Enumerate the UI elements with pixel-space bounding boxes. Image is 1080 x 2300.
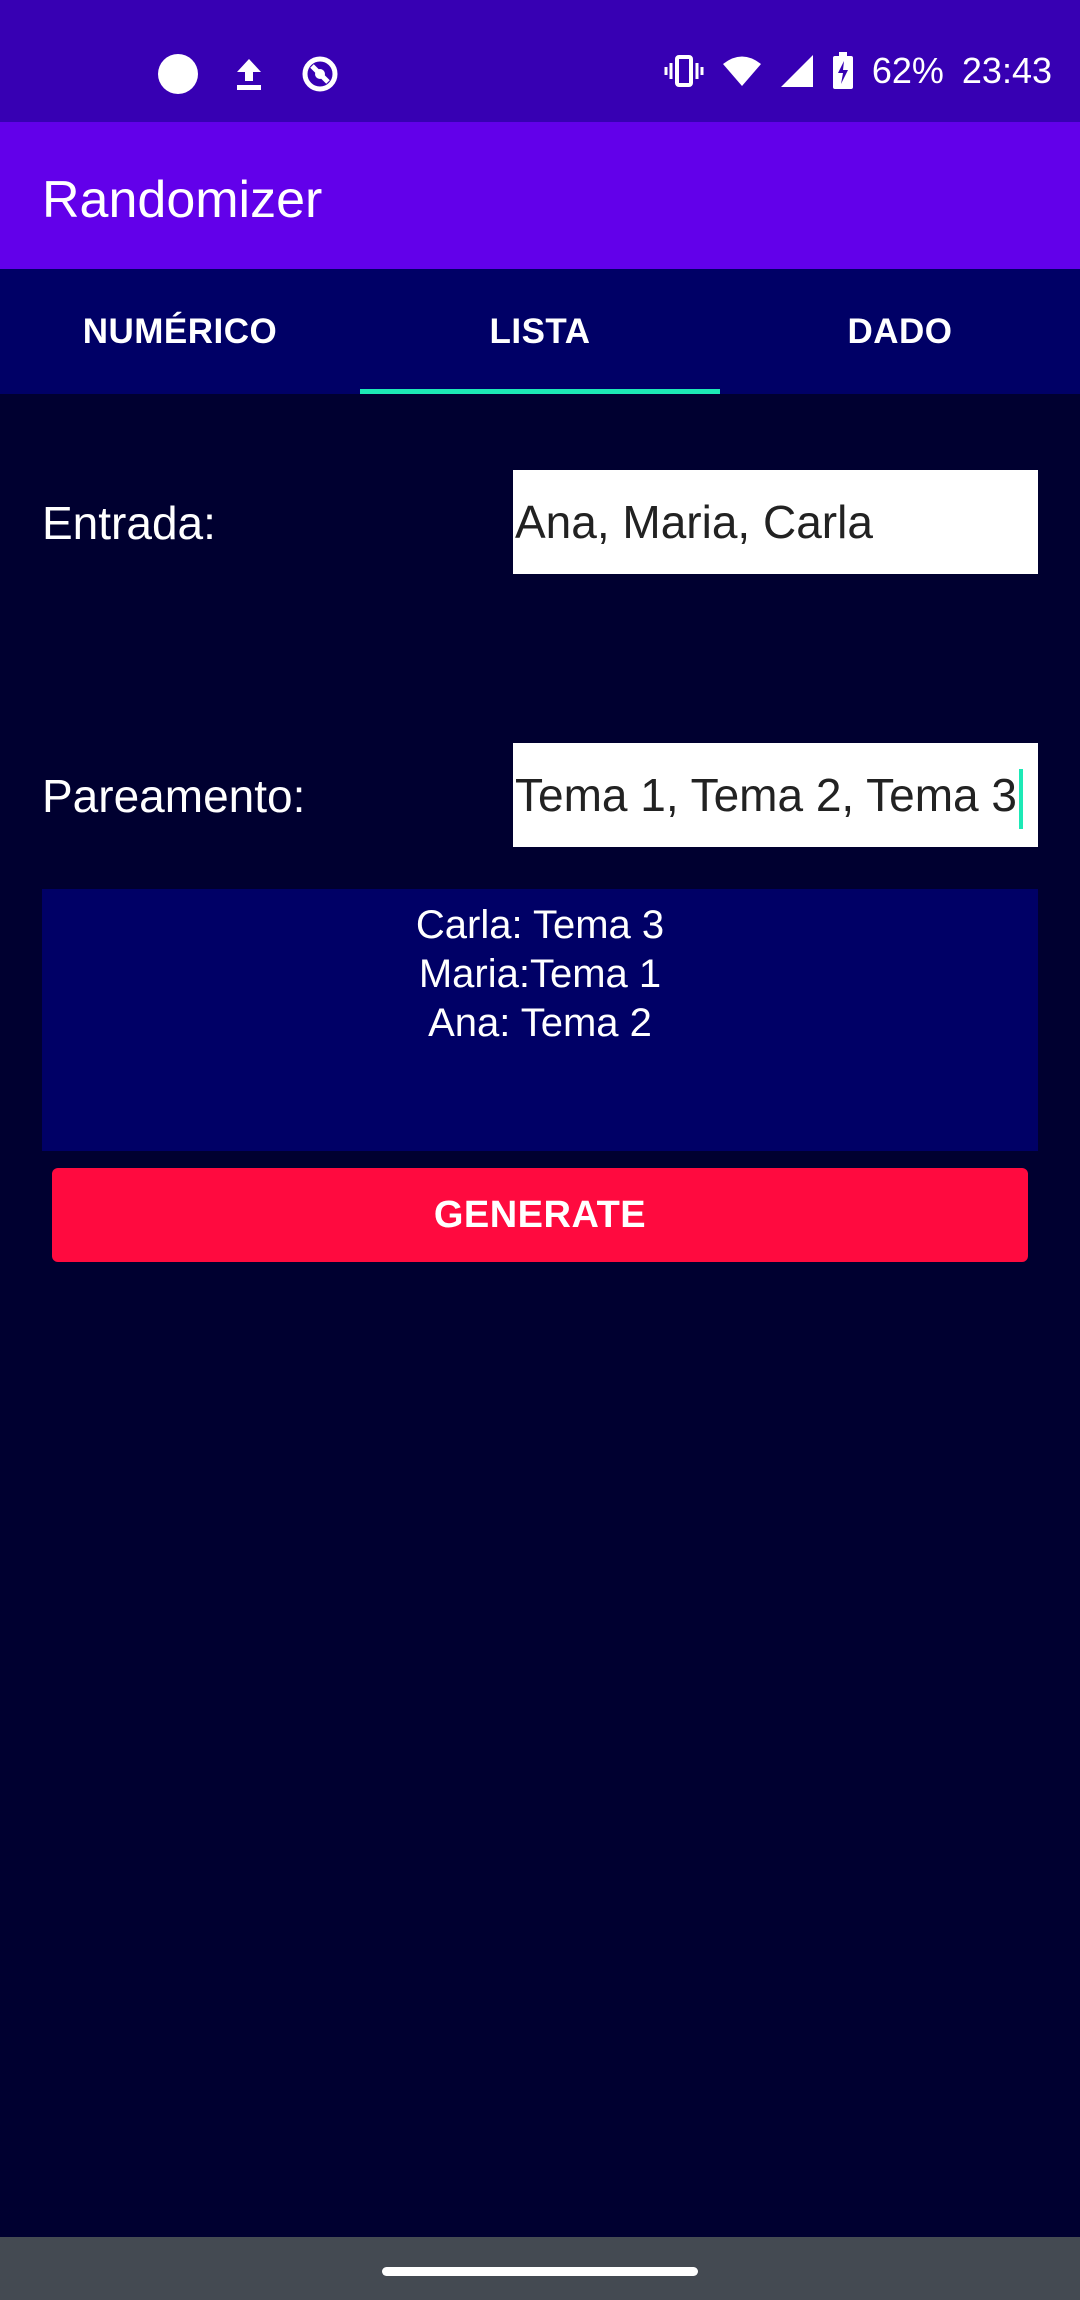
wifi-icon: [722, 55, 762, 87]
entrada-input[interactable]: Ana, Maria, Carla: [513, 470, 1038, 574]
tab-bar: NUMÉRICO LISTA DADO: [0, 269, 1080, 394]
status-bar: 62% 23:43: [0, 0, 1080, 122]
entrada-label: Entrada:: [42, 497, 216, 549]
screen: 62% 23:43 Randomizer NUMÉRICO LISTA DADO…: [0, 0, 1080, 2300]
tab-dado[interactable]: DADO: [720, 269, 1080, 394]
upload-icon: [234, 57, 264, 91]
home-gesture-handle[interactable]: [382, 2267, 698, 2276]
result-line: Carla: Tema 3: [415, 903, 665, 947]
result-line: Maria:Tema 1: [418, 952, 662, 996]
sync-icon: [300, 54, 340, 94]
app-title: Randomizer: [42, 171, 323, 229]
battery-percent: 62%: [871, 50, 944, 91]
clock: 23:43: [961, 50, 1052, 91]
tab-lista[interactable]: LISTA: [360, 269, 720, 394]
pareamento-input[interactable]: Tema 1, Tema 2, Tema 3: [513, 743, 1038, 847]
pareamento-label: Pareamento:: [42, 770, 306, 822]
tab-numerico[interactable]: NUMÉRICO: [0, 269, 360, 394]
result-box: Carla: Tema 3 Maria:Tema 1 Ana: Tema 2: [42, 889, 1038, 1151]
status-left-icons: [158, 54, 340, 94]
vibrate-icon: [664, 54, 704, 88]
entrada-input-value: Ana, Maria, Carla: [515, 496, 873, 548]
app-bar: Randomizer: [0, 122, 1080, 269]
signal-icon: [780, 54, 814, 88]
text-cursor: [1019, 768, 1024, 829]
generate-button[interactable]: GENERATE: [52, 1168, 1028, 1262]
battery-charging-icon: [832, 52, 854, 90]
navigation-bar: [0, 2237, 1080, 2300]
result-line: Ana: Tema 2: [428, 1001, 652, 1045]
pareamento-input-value: Tema 1, Tema 2, Tema 3: [515, 769, 1018, 821]
status-right-icons: 62% 23:43: [664, 50, 1052, 92]
circle-dot-icon: [158, 54, 198, 94]
